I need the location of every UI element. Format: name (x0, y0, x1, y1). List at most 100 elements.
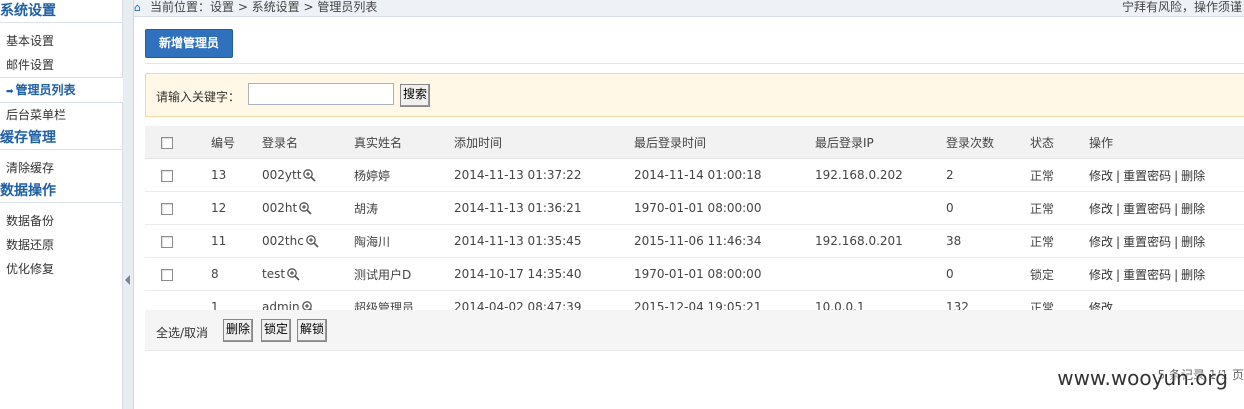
col-added: 添加时间 (453, 126, 633, 159)
cell-added: 2014-11-13 01:36:21 (454, 201, 582, 215)
table-row: 8 test 测试用户D 2014-10-17 14:35:40 1970-01-01 … (145, 257, 1244, 291)
delete-link[interactable]: 删除 (1181, 202, 1205, 216)
sidebar-section-cache-management: 缓存管理 (0, 127, 122, 150)
reset-password-link[interactable]: 重置密码 (1123, 268, 1171, 282)
delete-link[interactable]: 删除 (1181, 235, 1205, 249)
cell-id: 12 (211, 201, 227, 215)
zoom-in-icon[interactable] (286, 267, 300, 281)
zoom-in-icon[interactable] (298, 201, 312, 215)
row-checkbox[interactable] (161, 268, 173, 281)
sidebar-item[interactable]: 优化修复 (0, 257, 122, 281)
sidebar-item-label: 清除缓存 (6, 161, 55, 175)
sidebar-item-label: 数据备份 (6, 214, 55, 228)
sidebar-item[interactable]: 基本设置 (0, 29, 122, 53)
sidebar-item-label: 基本设置 (6, 34, 55, 48)
sidebar-item[interactable]: 邮件设置 (0, 53, 122, 77)
sidebar-collapse-handle[interactable] (123, 0, 134, 409)
edit-link[interactable]: 修改 (1089, 268, 1113, 282)
sidebar-item-label: 管理员列表 (15, 83, 76, 97)
edit-link[interactable]: 修改 (1089, 202, 1113, 216)
breadcrumb-notice: 宁拜有风险，操作须谨 (1121, 0, 1242, 14)
sidebar-item-label: 后台菜单栏 (6, 108, 67, 122)
sidebar-item[interactable]: 后台菜单栏 (0, 103, 122, 127)
collapse-arrow-icon (125, 275, 130, 285)
cell-status: 锁定 (1030, 267, 1055, 282)
sidebar-item[interactable]: 数据备份 (0, 209, 122, 233)
admin-table: 编号 登录名 真实姓名 添加时间 最后登录时间 最后登录IP 登录次数 状态 操… (145, 126, 1244, 324)
cell-last-login: 1970-01-01 08:00:00 (634, 201, 762, 215)
sidebar-item-label: 优化修复 (6, 262, 55, 276)
col-id: 编号 (210, 126, 261, 159)
cell-last-login: 2015-11-06 11:46:34 (634, 234, 762, 248)
separator: | (1174, 234, 1179, 249)
separator: | (1174, 267, 1179, 282)
sidebar-item[interactable]: ➡ 管理员列表 (0, 77, 123, 103)
cell-added: 2014-11-13 01:37:22 (454, 168, 582, 182)
divider (145, 63, 1244, 64)
batch-actions-bar: 全选/取消 删除 锁定 解锁 (145, 310, 1244, 351)
zoom-in-icon[interactable] (302, 168, 316, 182)
search-button[interactable]: 搜索 (400, 84, 431, 107)
cell-last-login: 2014-11-14 01:00:18 (634, 168, 762, 182)
table-row: 12 002ht 胡涛 2014-11-13 01:36:21 1970-01-01 0… (145, 191, 1244, 225)
batch-delete-button[interactable]: 删除 (223, 319, 254, 342)
select-all-toggle[interactable]: 全选/取消 (156, 324, 208, 341)
sidebar-item-label: 数据还原 (6, 238, 55, 252)
sidebar-item[interactable]: 数据还原 (0, 233, 122, 257)
cell-login: 002thc (262, 233, 304, 248)
col-status: 状态 (1029, 126, 1088, 159)
table-row: 13 002ytt 杨婷婷 2014-11-13 01:37:22 2014-11-14… (145, 158, 1244, 192)
cell-count: 0 (946, 201, 954, 215)
table-header-row: 编号 登录名 真实姓名 添加时间 最后登录时间 最后登录IP 登录次数 状态 操… (145, 126, 1244, 159)
row-checkbox[interactable] (161, 202, 173, 215)
breadcrumb: ⌂ 当前位置：设置 > 系统设置 > 管理员列表 宁拜有风险，操作须谨 (134, 0, 1244, 17)
cell-login: test (262, 266, 286, 281)
col-count: 登录次数 (945, 126, 1029, 159)
add-admin-button[interactable]: 新增管理员 (145, 29, 233, 58)
col-lastlogin: 最后登录时间 (633, 126, 814, 159)
reset-password-link[interactable]: 重置密码 (1123, 169, 1171, 183)
separator: | (1174, 201, 1179, 216)
edit-link[interactable]: 修改 (1089, 169, 1113, 183)
batch-lock-button[interactable]: 锁定 (261, 319, 292, 342)
cell-count: 38 (946, 234, 962, 248)
cell-ip: 192.168.0.202 (815, 168, 903, 182)
cell-added: 2014-10-17 14:35:40 (454, 267, 582, 281)
cell-name: 胡涛 (354, 201, 379, 216)
cell-count: 0 (946, 267, 954, 281)
sidebar-item-label: 邮件设置 (6, 58, 55, 72)
separator: | (1116, 234, 1121, 249)
delete-link[interactable]: 删除 (1181, 268, 1205, 282)
main-content: ⌂ 当前位置：设置 > 系统设置 > 管理员列表 宁拜有风险，操作须谨 新增管理员… (134, 0, 1244, 409)
sidebar-section-data-operations: 数据操作 (0, 180, 122, 203)
edit-link[interactable]: 修改 (1089, 235, 1113, 249)
delete-link[interactable]: 删除 (1181, 169, 1205, 183)
cell-name: 陶海川 (354, 234, 391, 249)
table-row: 11 002thc 陶海川 2014-11-13 01:35:45 2015-11-06… (145, 224, 1244, 258)
search-input[interactable] (248, 83, 394, 105)
home-icon: ⌂ (134, 1, 141, 14)
reset-password-link[interactable]: 重置密码 (1123, 202, 1171, 216)
select-all-checkbox[interactable] (161, 136, 173, 149)
reset-password-link[interactable]: 重置密码 (1123, 235, 1171, 249)
cell-login: 002ht (262, 200, 298, 215)
col-ip: 最后登录IP (814, 126, 945, 159)
cell-last-login: 1970-01-01 08:00:00 (634, 267, 762, 281)
separator: | (1116, 168, 1121, 183)
cell-status: 正常 (1030, 234, 1055, 249)
watermark: www.wooyun.org (1057, 366, 1228, 390)
arrow-right-icon: ➡ (6, 87, 14, 97)
row-checkbox[interactable] (161, 235, 173, 248)
batch-unlock-button[interactable]: 解锁 (297, 319, 328, 342)
cell-login: 002ytt (262, 167, 302, 182)
zoom-in-icon[interactable] (305, 234, 319, 248)
sidebar-item[interactable]: 清除缓存 (0, 156, 122, 180)
col-login: 登录名 (261, 126, 353, 159)
cell-status: 正常 (1030, 201, 1055, 216)
row-checkbox[interactable] (161, 169, 173, 182)
cell-count: 2 (946, 168, 954, 182)
cell-name: 测试用户D (354, 267, 412, 282)
cell-ip: 192.168.0.201 (815, 234, 903, 248)
cell-id: 11 (211, 234, 227, 248)
separator: | (1116, 267, 1121, 282)
